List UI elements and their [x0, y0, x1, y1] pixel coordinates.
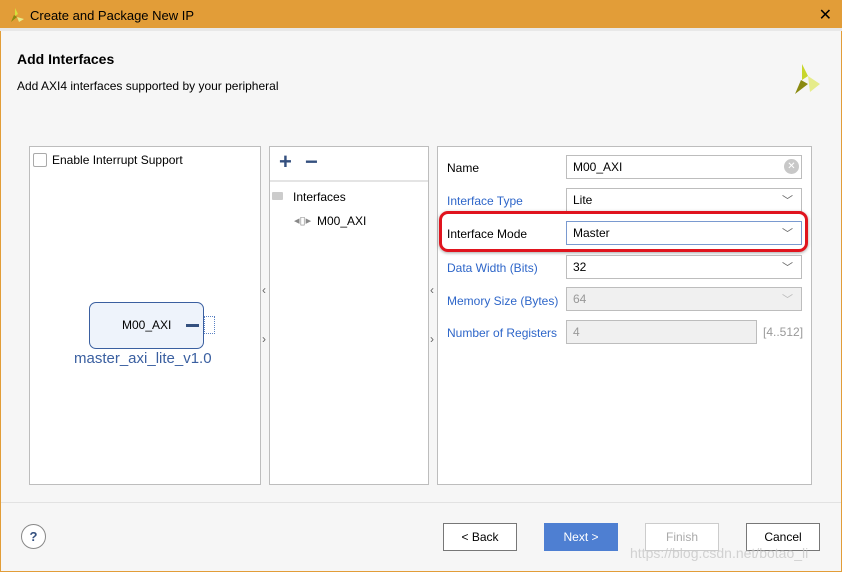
chevron-down-icon: ﹀ — [782, 294, 793, 306]
name-value: M00_AXI — [573, 160, 623, 174]
tree-root[interactable]: Interfaces — [293, 190, 346, 204]
add-interface-button[interactable]: + — [279, 149, 292, 175]
num-registers-label[interactable]: Number of Registers — [447, 326, 557, 340]
interface-mode-label: Interface Mode — [447, 227, 528, 241]
name-label: Name — [447, 161, 480, 175]
interface-type-value: Lite — [573, 193, 593, 207]
interrupt-checkbox[interactable] — [33, 153, 47, 167]
expand-right-icon[interactable]: › — [430, 332, 434, 346]
divider — [1, 502, 841, 503]
data-width-select[interactable]: 32 ﹀ — [566, 255, 802, 279]
port-connector-icon — [204, 316, 215, 334]
page-subtitle: Add AXI4 interfaces supported by your pe… — [17, 79, 279, 93]
remove-interface-button[interactable]: − — [305, 149, 318, 175]
collapse-left-icon[interactable]: ‹ — [430, 283, 434, 297]
block-name: master_axi_lite_v1.0 — [74, 350, 212, 367]
name-input[interactable]: M00_AXI ✕ — [566, 155, 802, 179]
page-title: Add Interfaces — [17, 51, 115, 67]
chevron-down-icon: ﹀ — [782, 262, 793, 274]
registers-range: [4..512] — [763, 325, 804, 339]
divider — [270, 180, 428, 182]
interface-mode-value: Master — [573, 226, 610, 240]
back-button[interactable]: < Back — [443, 523, 517, 551]
interrupt-label: Enable Interrupt Support — [52, 153, 183, 167]
window-title: Create and Package New IP — [30, 8, 195, 23]
interface-type-label[interactable]: Interface Type — [447, 194, 523, 208]
ip-block[interactable]: M00_AXI — [89, 302, 204, 349]
interface-icon: ◂▯▸ — [294, 215, 312, 227]
data-width-label[interactable]: Data Width (Bits) — [447, 261, 538, 275]
block-preview-panel: Enable Interrupt Support M00_AXI master_… — [29, 146, 261, 485]
vivado-logo-icon — [11, 8, 24, 22]
interfaces-tree-panel: + − Interfaces ◂▯▸ M00_AXI — [269, 146, 429, 485]
chevron-down-icon: ﹀ — [782, 195, 793, 207]
clear-icon[interactable]: ✕ — [784, 159, 799, 174]
port-icon — [186, 324, 199, 327]
close-icon[interactable]: ✕ — [819, 5, 832, 25]
num-registers-input: 4 — [566, 320, 757, 344]
memory-size-label[interactable]: Memory Size (Bytes) — [447, 294, 558, 308]
next-button[interactable]: Next > — [544, 523, 618, 551]
expand-right-icon[interactable]: › — [262, 332, 266, 346]
xilinx-logo-icon — [795, 64, 820, 94]
block-port-label: M00_AXI — [122, 318, 172, 332]
help-button[interactable]: ? — [21, 524, 46, 549]
title-bar: Create and Package New IP ✕ — [0, 0, 842, 31]
chevron-down-icon: ﹀ — [782, 228, 793, 240]
folder-icon — [272, 192, 283, 200]
interface-mode-select[interactable]: Master ﹀ — [566, 221, 802, 245]
memory-size-select: 64 ﹀ — [566, 287, 802, 311]
interface-type-select[interactable]: Lite ﹀ — [566, 188, 802, 212]
num-registers-value: 4 — [573, 325, 580, 339]
collapse-left-icon[interactable]: ‹ — [262, 283, 266, 297]
tree-item[interactable]: M00_AXI — [317, 214, 366, 228]
data-width-value: 32 — [573, 260, 587, 274]
watermark: https://blog.csdn.net/botao_li — [630, 545, 809, 561]
memory-size-value: 64 — [573, 292, 587, 306]
